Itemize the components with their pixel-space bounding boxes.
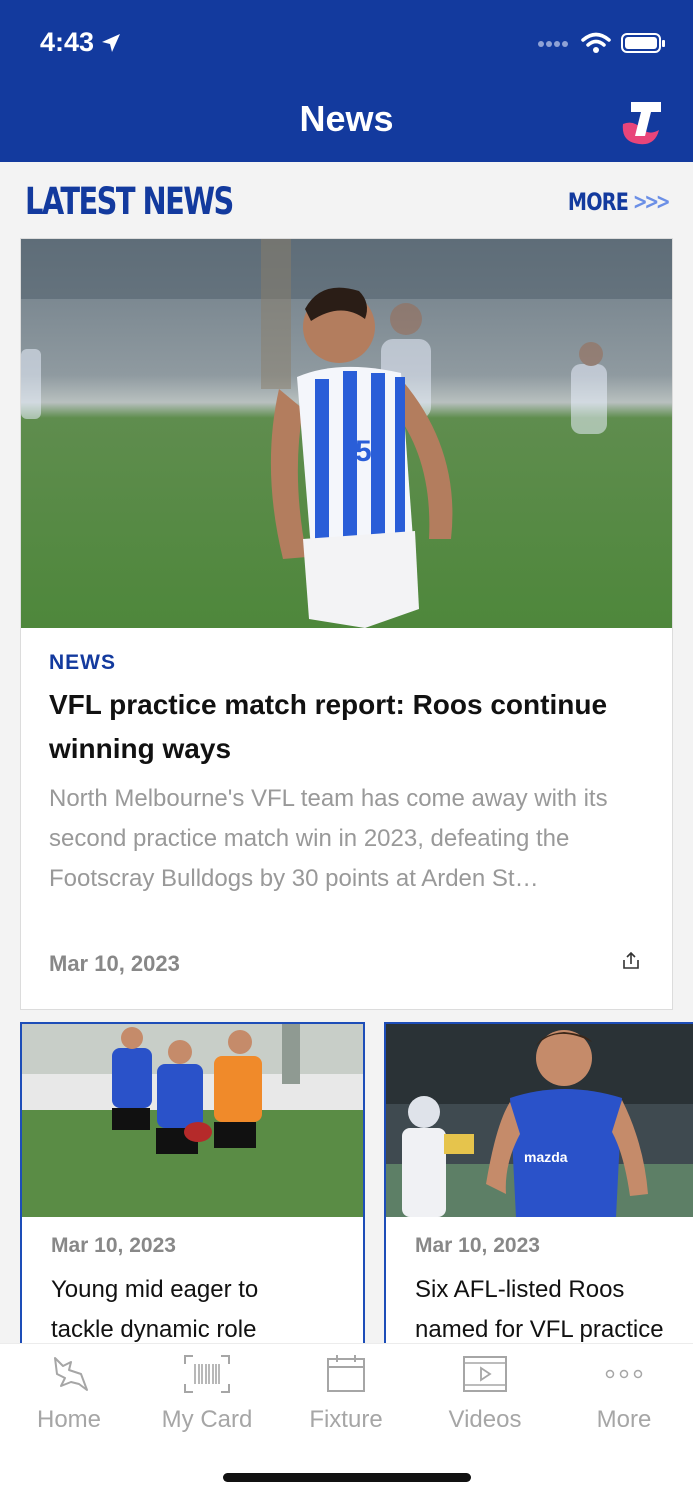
latest-news-header: LATEST NEWS MORE >>> (0, 162, 693, 238)
app-header: 4:43 News (0, 0, 693, 162)
status-time: 4:43 (40, 27, 122, 58)
tab-videos[interactable]: Videos (416, 1352, 554, 1434)
news-card-date: Mar 10, 2023 (415, 1234, 540, 1257)
chevrons-right-icon: >>> (632, 189, 670, 215)
battery-icon (621, 33, 665, 53)
news-card-title[interactable]: Young mid eager to tackle dynamic role (51, 1270, 363, 1350)
section-title: LATEST NEWS (25, 180, 234, 223)
article-title[interactable]: VFL practice match report: Roos continue… (49, 683, 649, 771)
video-icon (416, 1352, 554, 1396)
share-icon[interactable] (621, 951, 641, 971)
status-bar: 4:43 (0, 0, 693, 84)
svg-text:mazda: mazda (524, 1149, 568, 1165)
tab-fixture[interactable]: Fixture (277, 1352, 415, 1434)
telstra-logo-icon[interactable] (619, 96, 663, 146)
article-category: NEWS (49, 651, 116, 674)
news-card-title[interactable]: Six AFL-listed Roos named for VFL practi… (415, 1270, 693, 1350)
news-card-image: mazda (386, 1024, 693, 1217)
tab-home[interactable]: Home (0, 1352, 138, 1434)
more-link[interactable]: MORE >>> (567, 188, 670, 216)
location-arrow-icon (102, 33, 121, 52)
page-title: News (299, 98, 394, 139)
tab-more[interactable]: More (555, 1352, 693, 1434)
kangaroo-icon (0, 1352, 138, 1396)
signal-icon (538, 41, 568, 47)
featured-article-card[interactable]: 5 NEWS VFL practice match report: Roos c… (20, 238, 673, 1010)
featured-article-image: 5 (21, 239, 672, 628)
news-card[interactable]: Mar 10, 2023 Young mid eager to tackle d… (20, 1022, 365, 1352)
calendar-icon (277, 1352, 415, 1396)
barcode-icon (138, 1352, 276, 1396)
news-card-image (22, 1024, 363, 1217)
more-label: MORE (567, 188, 628, 216)
tab-my-card[interactable]: My Card (138, 1352, 276, 1434)
news-card-date: Mar 10, 2023 (51, 1234, 176, 1257)
wifi-icon (581, 32, 611, 53)
svg-text:5: 5 (355, 435, 372, 468)
article-date: Mar 10, 2023 (49, 951, 180, 976)
more-dots-icon (555, 1352, 693, 1396)
home-indicator[interactable] (223, 1473, 471, 1482)
news-card[interactable]: mazda Mar 10, 2023 Six AFL-listed Roos n… (384, 1022, 693, 1352)
status-indicators (537, 32, 667, 54)
article-summary: North Melbourne's VFL team has come away… (49, 785, 608, 892)
